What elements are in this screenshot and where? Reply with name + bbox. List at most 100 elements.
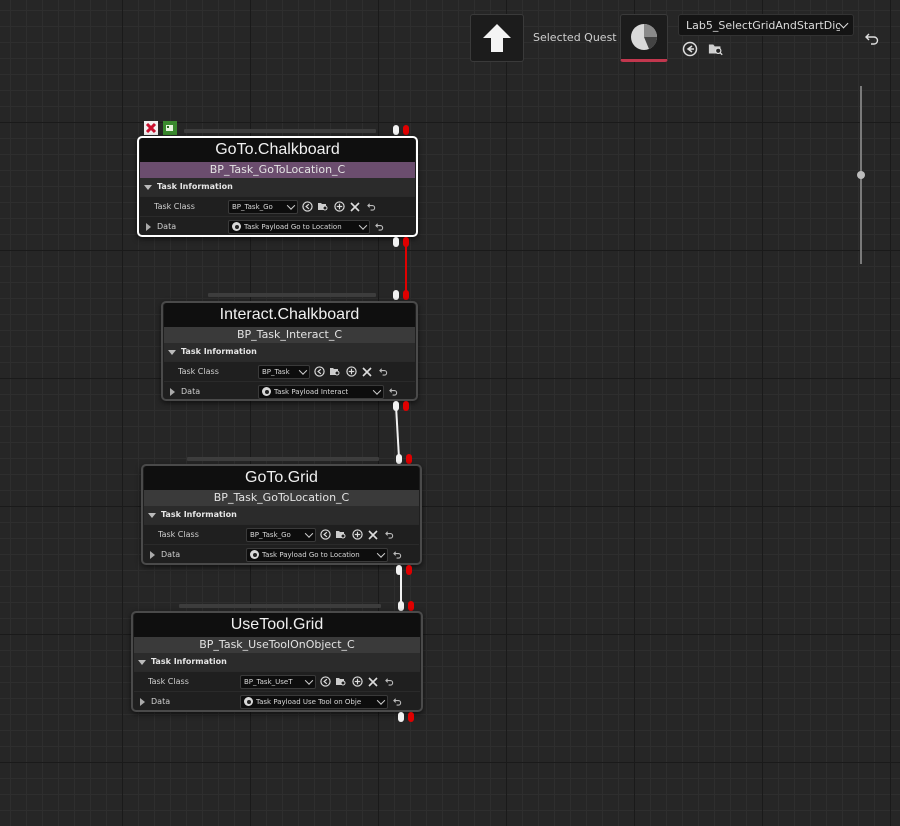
payload-select[interactable]: Task Payload Go to Location [246,547,388,562]
add-icon[interactable] [350,528,364,542]
payload-select[interactable]: Task Payload Go to Location [228,219,370,234]
chevron-down-icon [358,220,368,230]
data-row: Data Task Payload Use Tool on Obje [134,691,420,711]
node-title: Interact.Chalkboard [164,303,415,327]
task-class-value: BP_Task_Go [232,202,273,211]
error-icon[interactable] [144,121,158,135]
use-selected-icon[interactable] [312,365,326,379]
task-node-goto-grid[interactable]: GoTo.Grid BP_Task_GoToLocation_C Task In… [141,464,422,565]
output-pin-red[interactable] [408,712,414,722]
task-class-select[interactable]: BP_Task [258,364,310,379]
output-pin-red[interactable] [403,401,409,411]
chevron-down-icon [298,365,308,375]
expand-icon[interactable] [140,697,145,706]
data-label: Data [161,550,181,559]
section-label: Task Information [181,347,257,356]
collapse-icon [168,349,176,355]
reset-icon[interactable] [382,528,396,542]
data-row: Data Task Payload Go to Location [140,216,415,236]
add-icon[interactable] [350,675,364,689]
node-header-bar [187,457,379,461]
output-pin-white[interactable] [398,712,404,722]
payload-value: Task Payload Use Tool on Obje [256,697,362,706]
clear-icon[interactable] [348,200,362,214]
reset-icon[interactable] [372,220,386,234]
payload-value: Task Payload Go to Location [244,222,342,231]
task-class-select[interactable]: BP_Task_UseT [240,674,316,689]
reset-icon[interactable] [364,200,378,214]
payload-select[interactable]: Task Payload Use Tool on Obje [240,694,388,709]
clear-icon[interactable] [366,528,380,542]
use-selected-icon[interactable] [318,675,332,689]
data-row: Data Task Payload Go to Location [144,544,419,564]
browse-icon[interactable] [328,365,342,379]
input-pin-red[interactable] [403,290,409,300]
node-subtitle: BP_Task_GoToLocation_C [140,162,415,178]
collapse-icon [148,512,156,518]
input-pin-white[interactable] [398,601,404,611]
task-class-row: Task Class BP_Task_Go [140,196,415,216]
task-info-section[interactable]: Task Information [164,343,415,361]
output-pin-white[interactable] [393,401,399,411]
reset-icon[interactable] [386,385,400,399]
task-info-section[interactable]: Task Information [134,653,420,671]
start-flag-icon[interactable] [163,121,177,135]
data-row: Data Task Payload Interact [164,381,415,401]
data-label: Data [181,387,201,396]
task-node-goto-chalkboard[interactable]: GoTo.Chalkboard BP_Task_GoToLocation_C T… [137,136,418,237]
expand-icon[interactable] [170,387,175,396]
payload-select[interactable]: Task Payload Interact [258,384,384,399]
output-pin-red[interactable] [406,565,412,575]
browse-icon[interactable] [334,675,348,689]
use-selected-icon[interactable] [318,528,332,542]
node-subtitle: BP_Task_UseToolOnObject_C [134,637,420,653]
task-class-label: Task Class [158,530,199,539]
payload-value: Task Payload Interact [274,387,349,396]
task-info-section[interactable]: Task Information [140,178,415,196]
node-title: GoTo.Chalkboard [140,138,415,162]
node-subtitle: BP_Task_GoToLocation_C [144,490,419,506]
add-icon[interactable] [332,200,346,214]
task-class-select[interactable]: BP_Task_Go [228,199,298,214]
reset-icon[interactable] [376,365,390,379]
object-icon [262,387,271,396]
input-pin-red[interactable] [408,601,414,611]
input-pin-white[interactable] [393,290,399,300]
node-header-bar [184,129,376,133]
collapse-icon [138,659,146,665]
task-info-section[interactable]: Task Information [144,506,419,524]
node-subtitle: BP_Task_Interact_C [164,327,415,343]
task-class-value: BP_Task [262,367,290,376]
reset-icon[interactable] [382,675,396,689]
input-pin-red[interactable] [406,454,412,464]
browse-icon[interactable] [334,528,348,542]
chevron-down-icon [372,385,382,395]
output-pin-white[interactable] [393,237,399,247]
section-label: Task Information [161,510,237,519]
input-pin-white[interactable] [396,454,402,464]
object-icon [250,550,259,559]
task-class-label: Task Class [148,677,189,686]
clear-icon[interactable] [360,365,374,379]
chevron-down-icon [286,200,296,210]
clear-icon[interactable] [366,675,380,689]
expand-icon[interactable] [146,222,151,231]
task-node-interact-chalkboard[interactable]: Interact.Chalkboard BP_Task_Interact_C T… [161,301,418,401]
output-pin-red[interactable] [403,237,409,247]
task-class-label: Task Class [178,367,219,376]
task-node-usetool-grid[interactable]: UseTool.Grid BP_Task_UseToolOnObject_C T… [131,611,423,712]
add-icon[interactable] [344,365,358,379]
browse-icon[interactable] [316,200,330,214]
reset-icon[interactable] [390,695,404,709]
output-pin-white[interactable] [396,565,402,575]
input-pin-red[interactable] [403,125,409,135]
chevron-down-icon [304,528,314,538]
node-title: GoTo.Grid [144,466,419,490]
reset-icon[interactable] [390,548,404,562]
section-label: Task Information [157,182,233,191]
expand-icon[interactable] [150,550,155,559]
use-selected-icon[interactable] [300,200,314,214]
object-icon [232,222,241,231]
task-class-select[interactable]: BP_Task_Go [246,527,316,542]
input-pin-white[interactable] [393,125,399,135]
